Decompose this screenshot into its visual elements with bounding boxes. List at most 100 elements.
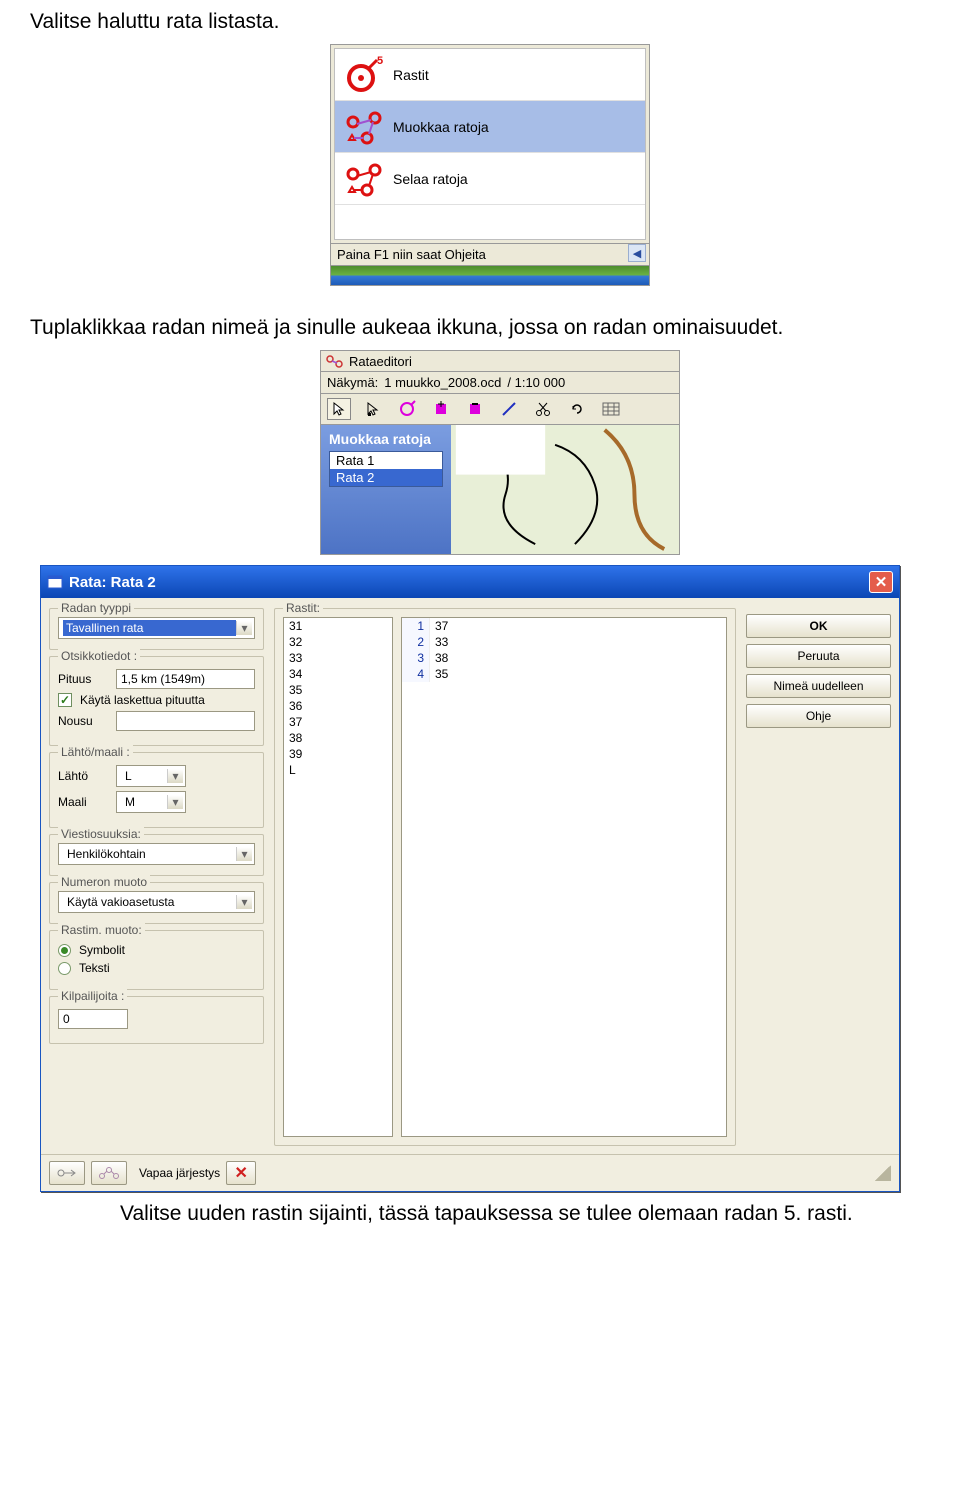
relay-dropdown[interactable]: Henkilökohtain ▾: [58, 843, 255, 865]
editor-title: Rataeditori: [349, 354, 412, 369]
list-item[interactable]: 36: [284, 698, 392, 714]
controls-group: Rastit: 313233343536373839L 137233338435: [274, 608, 736, 1146]
svg-text:5: 5: [377, 55, 383, 67]
legend: Rastit:: [283, 601, 323, 615]
chevron-down-icon: ▾: [167, 769, 183, 783]
list-item[interactable]: L: [284, 762, 392, 778]
tool-label: Rastit: [393, 67, 429, 83]
tool-row-selaa[interactable]: Selaa ratoja: [335, 153, 645, 205]
course-row[interactable]: Rata 2: [330, 469, 442, 486]
course-editor-panel: Rataeditori Näkymä: 1 muukko_2008.ocd / …: [320, 350, 680, 555]
dialog-icon: [47, 575, 63, 589]
view-scale: / 1:10 000: [507, 375, 565, 390]
legend: Otsikkotiedot :: [58, 649, 140, 663]
chevron-down-icon: ▾: [236, 895, 252, 909]
cut-tool[interactable]: [531, 398, 555, 420]
list-item[interactable]: 34: [284, 666, 392, 682]
footer-link-button[interactable]: [49, 1161, 85, 1185]
edit-course-icon: [341, 104, 387, 150]
course-list-panel: Muokkaa ratoja Rata 1 Rata 2: [321, 425, 451, 554]
list-item[interactable]: 35: [284, 682, 392, 698]
symbols-radio[interactable]: [58, 944, 71, 957]
legend: Numeron muoto: [58, 875, 150, 889]
chevron-down-icon: ▾: [236, 621, 252, 635]
free-order-label: Vapaa järjestys: [139, 1166, 220, 1180]
available-controls-list[interactable]: 313233343536373839L: [283, 617, 393, 1137]
add-square-tool[interactable]: [429, 398, 453, 420]
editor-titlebar: Rataeditori: [320, 350, 680, 372]
length-label: Pituus: [58, 672, 108, 686]
list-item[interactable]: 338: [402, 650, 726, 666]
ok-button[interactable]: OK: [746, 614, 891, 638]
list-item[interactable]: 32: [284, 634, 392, 650]
climb-field[interactable]: [116, 711, 255, 731]
control-icon: 5: [341, 52, 387, 98]
rename-button[interactable]: Nimeä uudelleen: [746, 674, 891, 698]
help-button[interactable]: Ohje: [746, 704, 891, 728]
header-info-group: Otsikkotiedot : Pituus 1,5 km (1549m) ✓ …: [49, 656, 264, 746]
footer-course-button[interactable]: [91, 1161, 127, 1185]
chevron-down-icon: ▾: [167, 795, 183, 809]
remove-square-tool[interactable]: [463, 398, 487, 420]
view-file[interactable]: 1 muukko_2008.ocd: [384, 375, 501, 390]
list-item[interactable]: 39: [284, 746, 392, 762]
edit-tool[interactable]: [361, 398, 385, 420]
legend: Radan tyyppi: [58, 601, 134, 615]
use-calculated-checkbox[interactable]: ✓: [58, 693, 72, 707]
competitors-field[interactable]: 0: [58, 1009, 128, 1029]
control-tool[interactable]: [395, 398, 419, 420]
editor-icon: [325, 353, 345, 369]
side-toolbox: 5 Rastit Muokkaa ratoja: [330, 44, 650, 286]
text-label: Teksti: [79, 961, 110, 975]
text-radio[interactable]: [58, 962, 71, 975]
list-item[interactable]: 435: [402, 666, 726, 682]
browse-course-icon: [341, 156, 387, 202]
resize-grip[interactable]: [875, 1165, 891, 1181]
scroll-left-button[interactable]: ◀: [628, 244, 646, 262]
competitors-group: Kilpailijoita : 0: [49, 996, 264, 1044]
pointer-tool[interactable]: [327, 398, 351, 420]
doc-paragraph-2: Tuplaklikkaa radan nimeä ja sinulle auke…: [30, 316, 930, 340]
map-canvas[interactable]: [451, 425, 679, 554]
list-item[interactable]: 37: [284, 714, 392, 730]
editor-toolbar: [320, 394, 680, 425]
dropdown-value: M: [121, 795, 167, 809]
start-finish-group: Lähtö/maali : Lähtö L ▾ Maali M ▾: [49, 752, 264, 828]
tool-row-muokkaa[interactable]: Muokkaa ratoja: [335, 101, 645, 153]
tool-row-rastit[interactable]: 5 Rastit: [335, 49, 645, 101]
list-item[interactable]: 31: [284, 618, 392, 634]
dropdown-value: Henkilökohtain: [63, 847, 236, 861]
side-panel-title: Muokkaa ratoja: [329, 431, 443, 447]
status-bar: Paina F1 niin saat Ohjeita: [330, 244, 650, 266]
line-tool[interactable]: [497, 398, 521, 420]
tool-label: Selaa ratoja: [393, 171, 468, 187]
grid-tool[interactable]: [599, 398, 623, 420]
start-dropdown[interactable]: L ▾: [116, 765, 186, 787]
course-type-dropdown[interactable]: Tavallinen rata ▾: [58, 617, 255, 639]
close-button[interactable]: ✕: [869, 571, 893, 593]
list-item[interactable]: 233: [402, 634, 726, 650]
legend: Rastim. muoto:: [58, 923, 145, 937]
doc-paragraph-3: Valitse uuden rastin sijainti, tässä tap…: [120, 1202, 930, 1226]
cancel-button[interactable]: Peruuta: [746, 644, 891, 668]
start-label: Lähtö: [58, 769, 108, 783]
tool-label: Muokkaa ratoja: [393, 119, 489, 135]
number-format-dropdown[interactable]: Käytä vakioasetusta ▾: [58, 891, 255, 913]
list-item[interactable]: 137: [402, 618, 726, 634]
selected-controls-list[interactable]: 137233338435: [401, 617, 727, 1137]
course-row[interactable]: Rata 1: [330, 452, 442, 469]
climb-label: Nousu: [58, 714, 108, 728]
footer-delete-button[interactable]: ✕: [226, 1161, 256, 1185]
length-field[interactable]: 1,5 km (1549m): [116, 669, 255, 689]
chevron-down-icon: ▾: [236, 847, 252, 861]
number-format-group: Numeron muoto Käytä vakioasetusta ▾: [49, 882, 264, 924]
taskbar-strip: [330, 266, 650, 286]
finish-dropdown[interactable]: M ▾: [116, 791, 186, 813]
legend: Kilpailijoita :: [58, 989, 127, 1003]
refresh-tool[interactable]: [565, 398, 589, 420]
list-item[interactable]: 38: [284, 730, 392, 746]
list-item[interactable]: 33: [284, 650, 392, 666]
link-icon: [56, 1166, 78, 1180]
dialog-titlebar[interactable]: Rata: Rata 2 ✕: [41, 566, 899, 598]
doc-paragraph-1: Valitse haluttu rata listasta.: [30, 10, 930, 34]
